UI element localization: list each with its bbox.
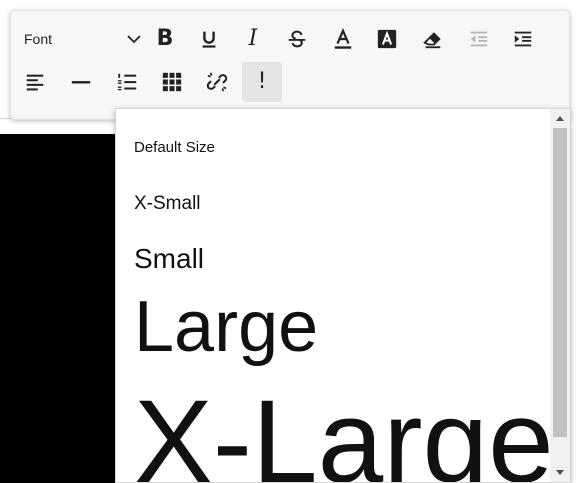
special-character-button[interactable]: ! xyxy=(242,62,282,102)
indent-button[interactable] xyxy=(503,19,543,59)
triangle-down-icon xyxy=(556,470,564,475)
font-size-option-x-large[interactable]: X-Large xyxy=(134,383,550,482)
list-button[interactable] xyxy=(107,62,147,102)
align-left-icon xyxy=(26,74,44,91)
scrollbar-thumb[interactable] xyxy=(553,128,567,437)
font-select[interactable]: Font xyxy=(15,23,143,55)
chevron-down-icon xyxy=(127,35,141,44)
numbered-list-icon xyxy=(117,73,137,91)
italic-button[interactable]: I xyxy=(233,19,273,59)
underline-button[interactable] xyxy=(189,19,229,59)
background-color-icon xyxy=(377,29,397,49)
scroll-up-button[interactable] xyxy=(550,109,570,127)
clear-formatting-button[interactable] xyxy=(413,19,453,59)
bold-icon: B xyxy=(156,26,174,51)
font-size-option-small[interactable]: Small xyxy=(134,245,204,273)
strikethrough-icon xyxy=(288,30,306,48)
align-button[interactable] xyxy=(15,62,55,102)
horizontal-rule-icon xyxy=(71,81,91,84)
unlink-button[interactable] xyxy=(197,62,237,102)
unlink-icon xyxy=(206,72,228,92)
table-button[interactable] xyxy=(152,62,192,102)
bold-button[interactable]: B xyxy=(145,19,185,59)
scroll-down-button[interactable] xyxy=(550,464,570,482)
table-grid-icon xyxy=(162,72,182,92)
background-color-button[interactable] xyxy=(367,19,407,59)
eraser-icon xyxy=(423,32,441,49)
font-select-label: Font xyxy=(24,31,53,47)
font-size-option-large[interactable]: Large xyxy=(134,291,318,363)
underline-icon xyxy=(202,31,216,48)
exclamation-icon: ! xyxy=(257,69,267,94)
font-size-option-x-small[interactable]: X-Small xyxy=(134,194,201,213)
horizontal-rule-button[interactable] xyxy=(61,62,101,102)
text-color-button[interactable] xyxy=(323,19,363,59)
editor-black-region xyxy=(0,134,116,483)
italic-icon: I xyxy=(248,26,258,51)
outdent-button[interactable] xyxy=(459,19,499,59)
outdent-icon xyxy=(470,31,488,47)
indent-icon xyxy=(514,31,532,47)
text-color-icon xyxy=(334,28,352,49)
triangle-up-icon xyxy=(556,116,564,121)
font-size-list: Default Size X-Small Small Large X-Large xyxy=(116,109,550,482)
editor-toolbar: Font B I ! xyxy=(10,10,570,120)
font-size-option-default[interactable]: Default Size xyxy=(134,140,215,155)
strikethrough-button[interactable] xyxy=(277,19,317,59)
font-size-dropdown: Default Size X-Small Small Large X-Large xyxy=(115,108,571,483)
dropdown-scrollbar[interactable] xyxy=(550,109,570,482)
